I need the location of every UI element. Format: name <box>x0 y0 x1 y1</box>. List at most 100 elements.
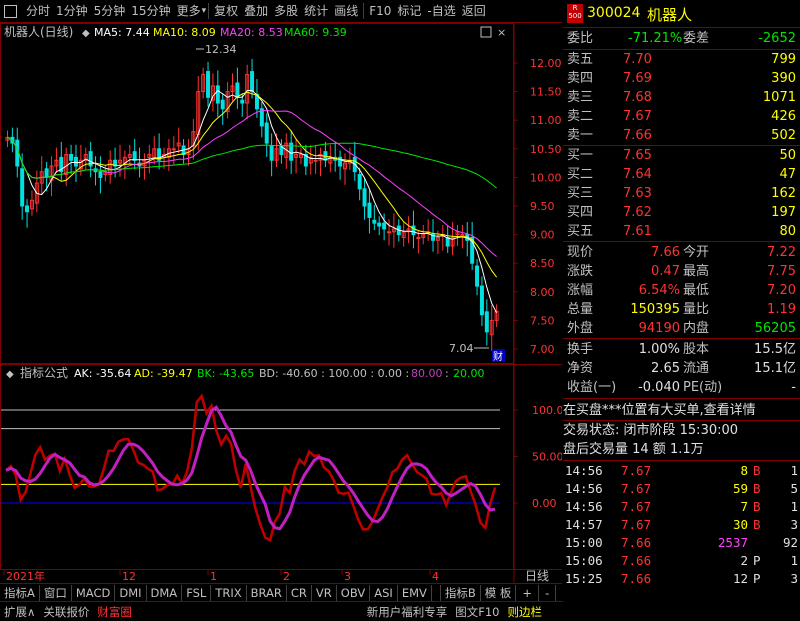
tab-5min[interactable]: 5分钟 <box>91 1 129 21</box>
indicator-lines <box>5 393 497 543</box>
ask-label: 卖三 <box>567 90 594 105</box>
indicator-tab[interactable]: OBV <box>337 585 371 601</box>
price-tick-label: 9.00 <box>530 229 555 242</box>
ad-label: AD: -39.47 <box>134 367 193 380</box>
indicator-tab[interactable]: DMA <box>147 585 183 601</box>
candle-body <box>411 225 416 236</box>
price-tick-label: 8.50 <box>530 257 555 270</box>
indicator-tab[interactable]: + <box>516 585 540 601</box>
overlay-button[interactable]: 叠加 <box>241 1 271 21</box>
indicator-tab[interactable]: FSL <box>182 585 212 601</box>
status-wealth-circle[interactable]: 财富圈 <box>93 603 136 621</box>
big-order-notice[interactable]: 在买盘***位置有大买单,查看详情 <box>563 401 800 420</box>
bid-price: 7.64 <box>623 167 652 182</box>
status-related-quotes[interactable]: 关联报价 <box>39 603 93 621</box>
rating-badge[interactable]: R 500 <box>567 4 583 23</box>
multi-stock-button[interactable]: 多股 <box>271 1 301 21</box>
candle-body <box>460 234 465 237</box>
indicator-tabs: 指标A 窗口 MACD DMI DMA FSL TRIX BRAR CR VR OBV ASI EMV 指… <box>0 583 562 602</box>
stock-name: 机器人 <box>647 6 693 24</box>
tick-row: 15:00 7.66 2537 92 <box>563 534 800 552</box>
more-button[interactable]: 更多 <box>174 1 204 21</box>
bid-label: 买五 <box>567 224 594 239</box>
tick-flag: P <box>753 553 761 568</box>
stat-value: 7.66 <box>651 245 680 260</box>
chevron-down-icon[interactable]: ▾ <box>202 6 207 16</box>
tab-intraday[interactable]: 分时 <box>23 1 53 21</box>
indicator-tab[interactable]: 指标A <box>0 585 40 601</box>
indicator-tab[interactable]: TRIX <box>211 585 247 601</box>
stat-label: 最高 <box>683 264 710 279</box>
indicator-tab[interactable]: VR <box>312 585 337 601</box>
rating-badge-bottom: 500 <box>568 12 582 20</box>
maximize-icon[interactable] <box>480 26 492 38</box>
status-sidebar[interactable]: 则边栏 <box>504 603 547 621</box>
tick-flag: P <box>753 571 761 586</box>
back-button[interactable]: 返回 <box>459 1 489 21</box>
tab-1min[interactable]: 1分钟 <box>53 1 91 21</box>
tick-time: 15:25 <box>565 571 603 586</box>
candle-body <box>269 145 274 161</box>
ma-lines <box>7 89 498 314</box>
menu-square-icon[interactable] <box>4 4 17 18</box>
candle-body <box>25 205 30 213</box>
status-newuser[interactable]: 新用户福利专享 <box>363 603 452 621</box>
ask-label: 卖一 <box>567 128 594 143</box>
tick-volume: 59 <box>732 481 748 496</box>
indicator-tab[interactable]: EMV <box>398 585 432 601</box>
stat-value: 7.22 <box>767 245 796 260</box>
indicator-tab[interactable]: 窗口 <box>40 585 72 601</box>
indicator-tab[interactable]: DMI <box>115 585 147 601</box>
status-f10[interactable]: 图文F10 <box>451 603 503 621</box>
bid-volume: 197 <box>771 205 796 220</box>
stat-label: 现价 <box>567 245 594 260</box>
indicator-tab[interactable]: 指标B <box>439 585 481 601</box>
chevron-icon[interactable]: ◆ <box>82 28 90 39</box>
indicator-tab[interactable]: - <box>539 585 557 601</box>
draw-line-button[interactable]: 画线 <box>331 1 361 21</box>
ma10-label: MA10: 8.09 <box>153 26 216 39</box>
close-icon[interactable]: × <box>497 26 506 39</box>
stock-code: 300024 <box>587 5 641 21</box>
candle-body <box>206 71 211 98</box>
bid-volume: 47 <box>779 167 796 182</box>
tick-volume: 2537 <box>717 535 748 550</box>
weibi-row: 委比 -71.21% 委差 -2652 <box>563 29 800 48</box>
candle-body <box>20 168 25 207</box>
indicator-tab[interactable]: BRAR <box>247 585 287 601</box>
bid-row: 买二 7.64 47 <box>563 165 800 184</box>
bid-row: 买一 7.65 50 <box>563 146 800 165</box>
candle-body <box>250 71 255 93</box>
status-expand[interactable]: 扩展∧ <box>0 603 39 621</box>
candle-body <box>357 174 362 190</box>
indicator-tab[interactable]: 模 板 <box>481 585 517 601</box>
f10-button[interactable]: F10 <box>366 1 394 21</box>
finance-badge-label[interactable]: 财 <box>493 350 503 363</box>
chart-area[interactable]: 机器人(日线) ◆ MA5: 7.44 MA10: 8.09 MA20: 8.5… <box>0 23 562 583</box>
low-annotation: 7.04 <box>449 342 474 355</box>
tick-flag: B <box>753 481 761 496</box>
candles <box>5 58 499 351</box>
tick-volume: 8 <box>740 463 748 478</box>
add-watchlist-button[interactable]: -自选 <box>424 1 458 21</box>
tick-row: 14:57 7.67 30 B 3 <box>563 516 800 534</box>
candle-body <box>387 231 392 234</box>
indicator-tab[interactable]: MACD <box>72 585 116 601</box>
fuquan-button[interactable]: 复权 <box>211 1 241 21</box>
tick-row: 15:06 7.66 2 P 1 <box>563 552 800 570</box>
indicator-chevron-icon[interactable]: ◆ <box>6 369 14 380</box>
candle-body <box>98 171 103 178</box>
indicator-tab[interactable]: CR <box>287 585 312 601</box>
tick-count: 5 <box>790 481 798 496</box>
stat-label: 涨跌 <box>567 264 594 279</box>
mark-button[interactable]: 标记 <box>394 1 424 21</box>
stats-button[interactable]: 统计 <box>301 1 331 21</box>
weibi-label: 委比 <box>567 31 594 46</box>
ma10-line <box>7 91 498 278</box>
period-label[interactable]: 日线 <box>525 569 549 583</box>
stat-row: 收益(一) -0.040 PE(动) - <box>563 378 800 397</box>
tick-count: 92 <box>782 535 798 550</box>
indicator-tab[interactable]: ASI <box>370 585 398 601</box>
candle-body <box>313 159 318 162</box>
tab-15min[interactable]: 15分钟 <box>128 1 173 21</box>
